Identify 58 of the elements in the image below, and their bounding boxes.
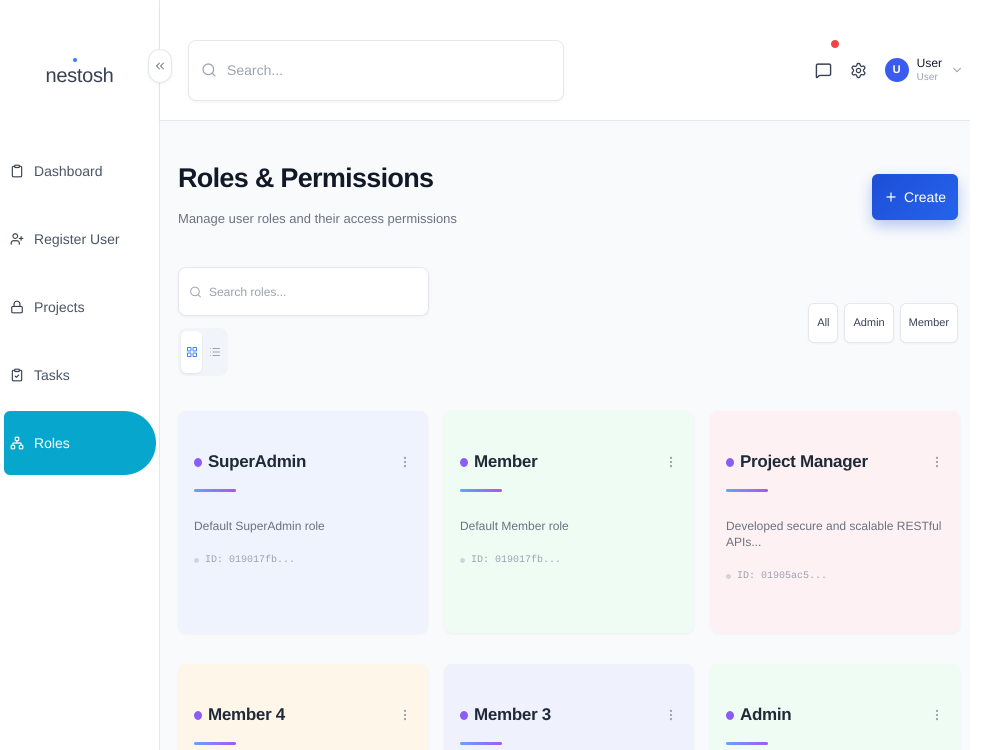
role-dot-icon	[194, 710, 202, 720]
role-id: ID: 01905ac5...	[737, 571, 828, 582]
page-title: Roles & Permissions	[178, 162, 434, 195]
filter-button[interactable]: Admin	[844, 302, 894, 342]
accent-line	[460, 742, 502, 745]
filter-button[interactable]: All	[808, 302, 838, 342]
padlock-icon	[10, 300, 24, 314]
user-avatar[interactable]: U	[884, 58, 909, 82]
id-dot-icon	[726, 574, 731, 579]
nav-item[interactable]: Dashboard	[4, 139, 156, 203]
clipboard-check-icon	[10, 368, 24, 382]
accent-line	[460, 489, 502, 492]
role-title: Project Manager	[740, 452, 868, 472]
user-role: User	[916, 71, 939, 84]
nav-item[interactable]: Tasks	[4, 343, 156, 407]
search-field[interactable]: Search...	[188, 40, 564, 100]
settings-button[interactable]	[850, 62, 867, 78]
role-dot-icon	[460, 710, 468, 720]
role-dot-icon	[460, 458, 468, 466]
nav-item[interactable]: Projects	[4, 275, 156, 339]
brand-logo: nestosh	[46, 65, 114, 87]
grid-icon	[186, 346, 198, 358]
network-icon	[10, 436, 24, 450]
role-dot-icon	[194, 458, 202, 466]
settings-icon	[850, 62, 867, 78]
filter-button[interactable]: Member	[900, 302, 958, 342]
role-title: Admin	[740, 705, 792, 725]
user-plus-icon	[10, 232, 24, 246]
page-subtitle: Manage user roles and their access permissions	[178, 211, 457, 227]
search-icon	[201, 62, 217, 78]
role-title: SuperAdmin	[208, 452, 306, 472]
accent-line	[726, 742, 768, 745]
id-dot-icon	[460, 558, 465, 563]
accent-line	[726, 489, 768, 492]
search-icon	[189, 285, 202, 298]
clipboard-icon	[10, 164, 24, 178]
accent-line	[194, 742, 236, 745]
accent-line	[194, 489, 236, 492]
role-title: Member	[474, 452, 538, 472]
role-dot-icon	[726, 710, 734, 720]
create-button[interactable]: Create	[872, 174, 958, 220]
role-description: Developed secure and scalable RESTful APIs...	[726, 518, 942, 550]
nav-item[interactable]: Register User	[4, 207, 156, 271]
role-description: Default Member role	[460, 518, 570, 534]
grid-view-button[interactable]	[181, 331, 202, 373]
search-roles-field[interactable]: Search roles...	[178, 267, 429, 316]
message-icon	[814, 62, 832, 78]
role-id: ID: 019017fb...	[205, 555, 296, 566]
role-title: Member 3	[474, 705, 551, 725]
logo-dot-icon	[72, 58, 77, 62]
role-description: Default SuperAdmin role	[194, 518, 326, 534]
message-button[interactable]	[814, 62, 832, 78]
user-name: User	[916, 56, 942, 71]
role-dot-icon	[726, 458, 734, 466]
id-dot-icon	[194, 558, 199, 563]
plus-icon	[884, 190, 898, 204]
role-id: ID: 019017fb...	[471, 555, 562, 566]
role-title: Member 4	[208, 705, 285, 725]
